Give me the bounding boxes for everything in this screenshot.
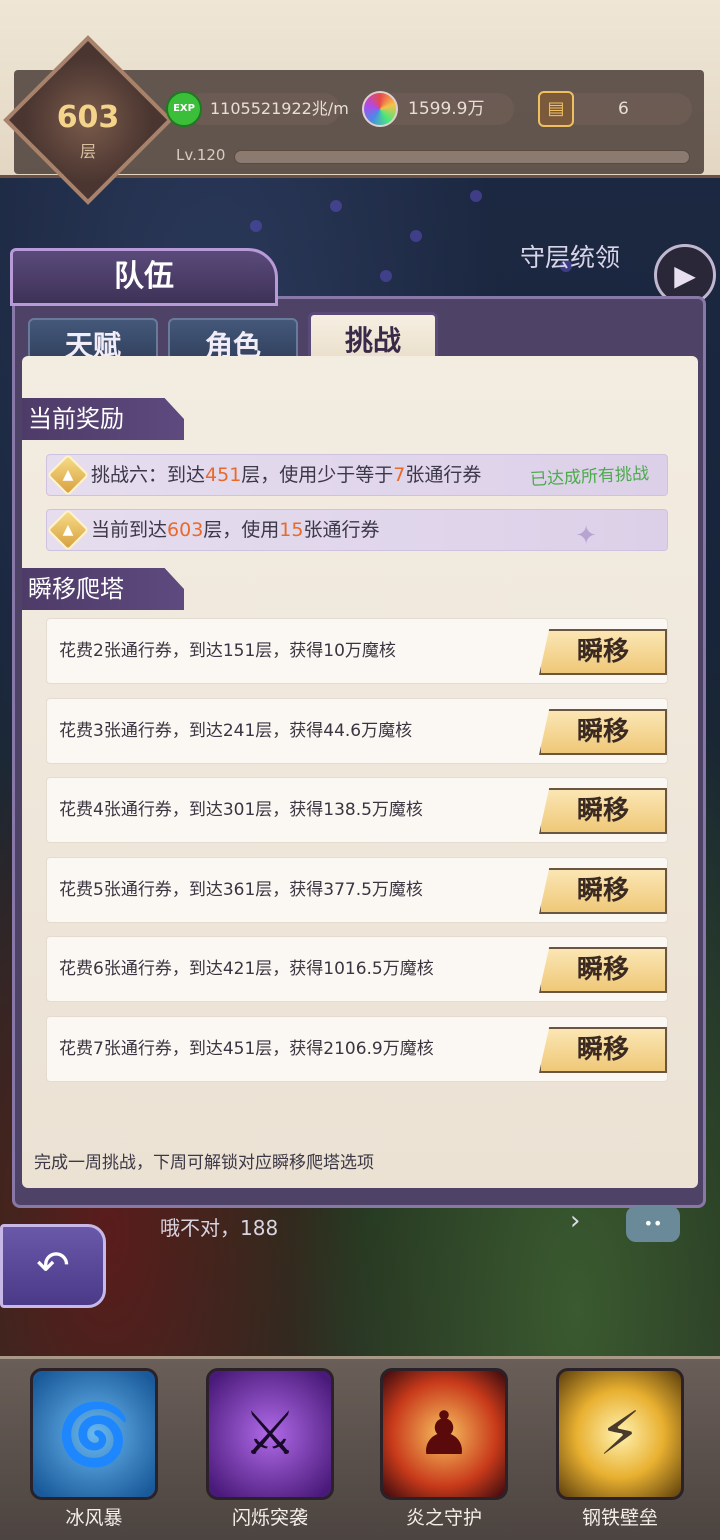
teleport-button[interactable]: 瞬移 <box>539 629 667 675</box>
teleport-button[interactable]: 瞬移 <box>539 947 667 993</box>
flame-guardian-icon: ♟ <box>417 1399 471 1469</box>
floor-unit: 层 <box>79 142 96 161</box>
skill-slot[interactable]: 🌀 <box>30 1368 158 1500</box>
teleport-row: 花费7张通行券，到达451层，获得2106.9万魔核 瞬移 <box>46 1016 668 1082</box>
challenge-complete-status: 已达成所有挑战 <box>529 463 650 491</box>
floor-number: 603 <box>56 100 120 135</box>
gem-pill[interactable]: 1599.9万 <box>362 91 514 127</box>
teleport-row-text: 花费7张通行券，到达451层，获得2106.9万魔核 <box>59 1039 434 1059</box>
chat-message[interactable]: 哦不对，188 <box>160 1212 278 1241</box>
tornado-icon: 🌀 <box>56 1399 132 1470</box>
level-label: Lv.120 <box>176 146 226 164</box>
teleport-row: 花费3张通行券，到达241层，获得44.6万魔核 瞬移 <box>46 698 668 764</box>
current-floor: 603 <box>167 519 204 541</box>
teleport-row-text: 花费6张通行券，到达421层，获得1016.5万魔核 <box>59 959 434 979</box>
teleport-row: 花费4张通行券，到达301层，获得138.5万魔核 瞬移 <box>46 777 668 843</box>
teleport-button[interactable]: 瞬移 <box>539 788 667 834</box>
teleport-row: 花费2张通行券，到达151层，获得10万魔核 瞬移 <box>46 618 668 684</box>
skill-slot[interactable]: ♟ <box>380 1368 508 1500</box>
skill-slot[interactable]: ⚔ <box>206 1368 334 1500</box>
level-progress-bar <box>234 150 690 164</box>
skill-name-ice-storm: 冰风暴 <box>65 1507 123 1529</box>
floor-guardian-label[interactable]: 守层统领 <box>520 238 620 274</box>
teleport-row-text: 花费4张通行券，到达301层，获得138.5万魔核 <box>59 800 423 820</box>
teleport-row-text: 花费2张通行券，到达151层，获得10万魔核 <box>59 641 396 661</box>
chat-bubble-icon[interactable]: •• <box>626 1206 680 1242</box>
team-panel-title: 队伍 <box>10 248 278 306</box>
gem-value: 1599.9万 <box>408 99 485 119</box>
teleport-row-text: 花费3张通行券，到达241层，获得44.6万魔核 <box>59 721 413 741</box>
teleport-button[interactable]: 瞬移 <box>539 1027 667 1073</box>
teleport-row: 花费6张通行券，到达421层，获得1016.5万魔核 瞬移 <box>46 936 668 1002</box>
teleport-button[interactable]: 瞬移 <box>539 868 667 914</box>
teleport-row-text: 花费5张通行券，到达361层，获得377.5万魔核 <box>59 880 423 900</box>
teleport-button[interactable]: 瞬移 <box>539 709 667 755</box>
reward-floor: 451 <box>205 464 242 486</box>
sparkle-icon: ✦ <box>575 521 597 551</box>
used-ticket-count: 15 <box>279 519 304 541</box>
chevron-right-icon[interactable]: › <box>570 1206 580 1236</box>
reward-row-text: 当前到达603层，使用15张通行券 <box>91 519 380 541</box>
reward-ticket-count: 7 <box>393 464 406 486</box>
reward-row-text: 挑战六：到达451层，使用少于等于7张通行券 <box>91 464 482 486</box>
back-arrow-icon[interactable]: ↶ <box>0 1224 106 1308</box>
skill-name-flame-guard: 炎之守护 <box>405 1507 482 1529</box>
unlock-footnote: 完成一周挑战，下周可解锁对应瞬移爬塔选项 <box>34 1153 374 1173</box>
ticket-count: 6 <box>618 99 629 119</box>
skill-name-iron-wall: 钢铁壁垒 <box>581 1507 658 1529</box>
ticket-pill[interactable]: ▤ 6 <box>538 91 692 127</box>
skill-name-blink-strike: 闪烁突袭 <box>231 1507 308 1529</box>
exp-heart-icon: EXP <box>166 91 202 127</box>
current-reward-title: 当前奖励 <box>22 398 184 440</box>
reward-up-arrow-icon: ▲ <box>62 467 74 483</box>
shadow-strike-icon: ⚔ <box>243 1399 297 1469</box>
reward-up-arrow-icon: ▲ <box>62 522 74 538</box>
teleport-section-title: 瞬移爬塔 <box>22 568 184 610</box>
exp-rate-pill: EXP 1105521922兆/m <box>166 91 349 127</box>
skill-slot[interactable]: ⚡ <box>556 1368 684 1500</box>
reward-row-challenge-six: ▲ 挑战六：到达451层，使用少于等于7张通行券 已达成所有挑战 <box>46 453 668 497</box>
blade-icon: ⚡ <box>598 1399 642 1469</box>
reward-row-current: ▲ 当前到达603层，使用15张通行券 ✦ <box>46 508 668 552</box>
exp-rate-value: 1105521922兆/m <box>210 99 349 118</box>
ticket-card-icon: ▤ <box>538 91 574 127</box>
teleport-row: 花费5张通行券，到达361层，获得377.5万魔核 瞬移 <box>46 857 668 923</box>
gem-icon <box>362 91 398 127</box>
